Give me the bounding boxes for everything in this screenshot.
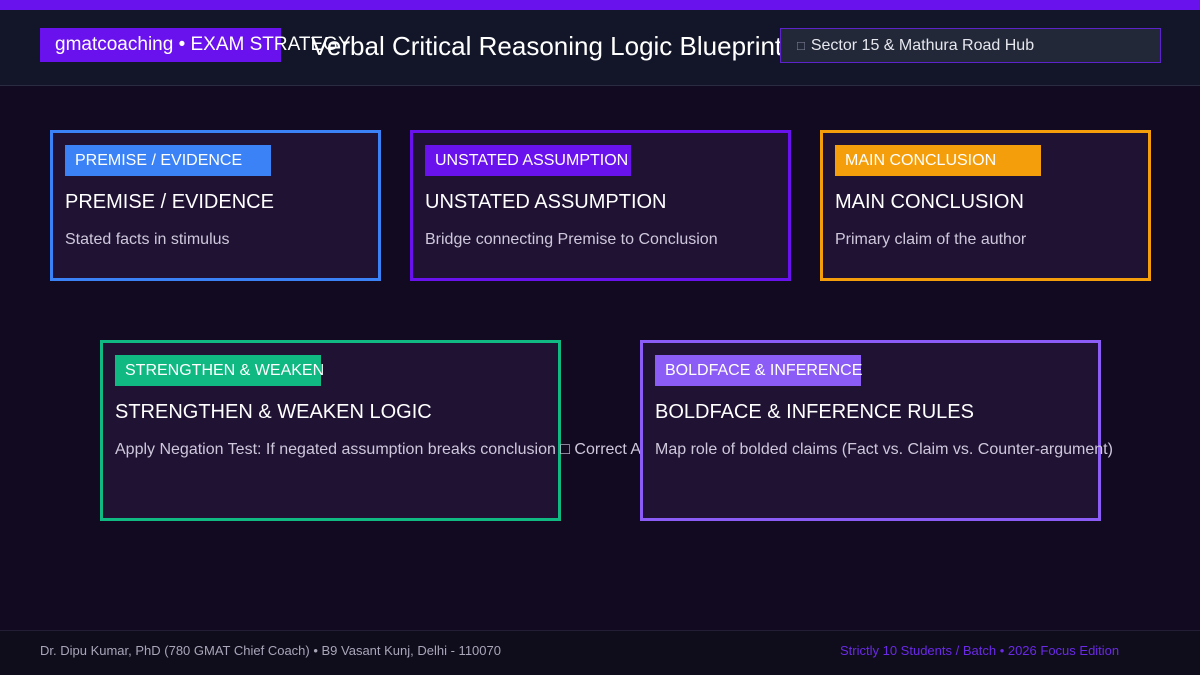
card-tag: BOLDFACE & INFERENCE (655, 355, 862, 386)
location-box: □ Sector 15 & Mathura Road Hub (780, 28, 1161, 63)
header: gmatcoaching • EXAM STRATEGY Verbal Crit… (0, 10, 1200, 86)
card-heading: MAIN CONCLUSION (835, 191, 1024, 213)
card-description: Stated facts in stimulus (65, 231, 230, 248)
brand-badge: gmatcoaching • EXAM STRATEGY (40, 28, 351, 62)
footer-credits: Dr. Dipu Kumar, PhD (780 GMAT Chief Coac… (40, 643, 501, 658)
card-description: Primary claim of the author (835, 231, 1027, 248)
card-description: Bridge connecting Premise to Conclusion (425, 231, 718, 248)
card-premise: PREMISE / EVIDENCE PREMISE / EVIDENCE St… (50, 130, 381, 281)
card-tag: MAIN CONCLUSION (835, 145, 1041, 176)
page-title: Verbal Critical Reasoning Logic Blueprin… (311, 31, 783, 61)
card-tag: PREMISE / EVIDENCE (65, 145, 271, 176)
card-heading: UNSTATED ASSUMPTION (425, 191, 667, 213)
map-pin-icon: □ (797, 38, 805, 53)
card-boldface-inference: BOLDFACE & INFERENCE BOLDFACE & INFERENC… (640, 340, 1113, 521)
card-tag: STRENGTHEN & WEAKEN (115, 355, 324, 386)
card-heading: PREMISE / EVIDENCE (65, 191, 274, 213)
card-conclusion: MAIN CONCLUSION MAIN CONCLUSION Primary … (820, 130, 1151, 281)
card-heading: BOLDFACE & INFERENCE RULES (655, 401, 974, 423)
footer: Dr. Dipu Kumar, PhD (780 GMAT Chief Coac… (0, 630, 1200, 675)
top-accent-bar (0, 0, 1200, 10)
card-strengthen-weaken: STRENGTHEN & WEAKEN STRENGTHEN & WEAKEN … (100, 340, 640, 521)
footer-batch-note: Strictly 10 Students / Batch • 2026 Focu… (840, 643, 1120, 658)
card-tag: UNSTATED ASSUMPTION (425, 145, 631, 176)
location-label: Sector 15 & Mathura Road Hub (810, 37, 1035, 54)
card-heading: STRENGTHEN & WEAKEN LOGIC (115, 401, 432, 423)
card-assumption: UNSTATED ASSUMPTION UNSTATED ASSUMPTION … (410, 130, 791, 281)
card-description: Apply Negation Test: If negated assumpti… (115, 441, 640, 458)
card-description: Map role of bolded claims (Fact vs. Clai… (655, 441, 1113, 458)
